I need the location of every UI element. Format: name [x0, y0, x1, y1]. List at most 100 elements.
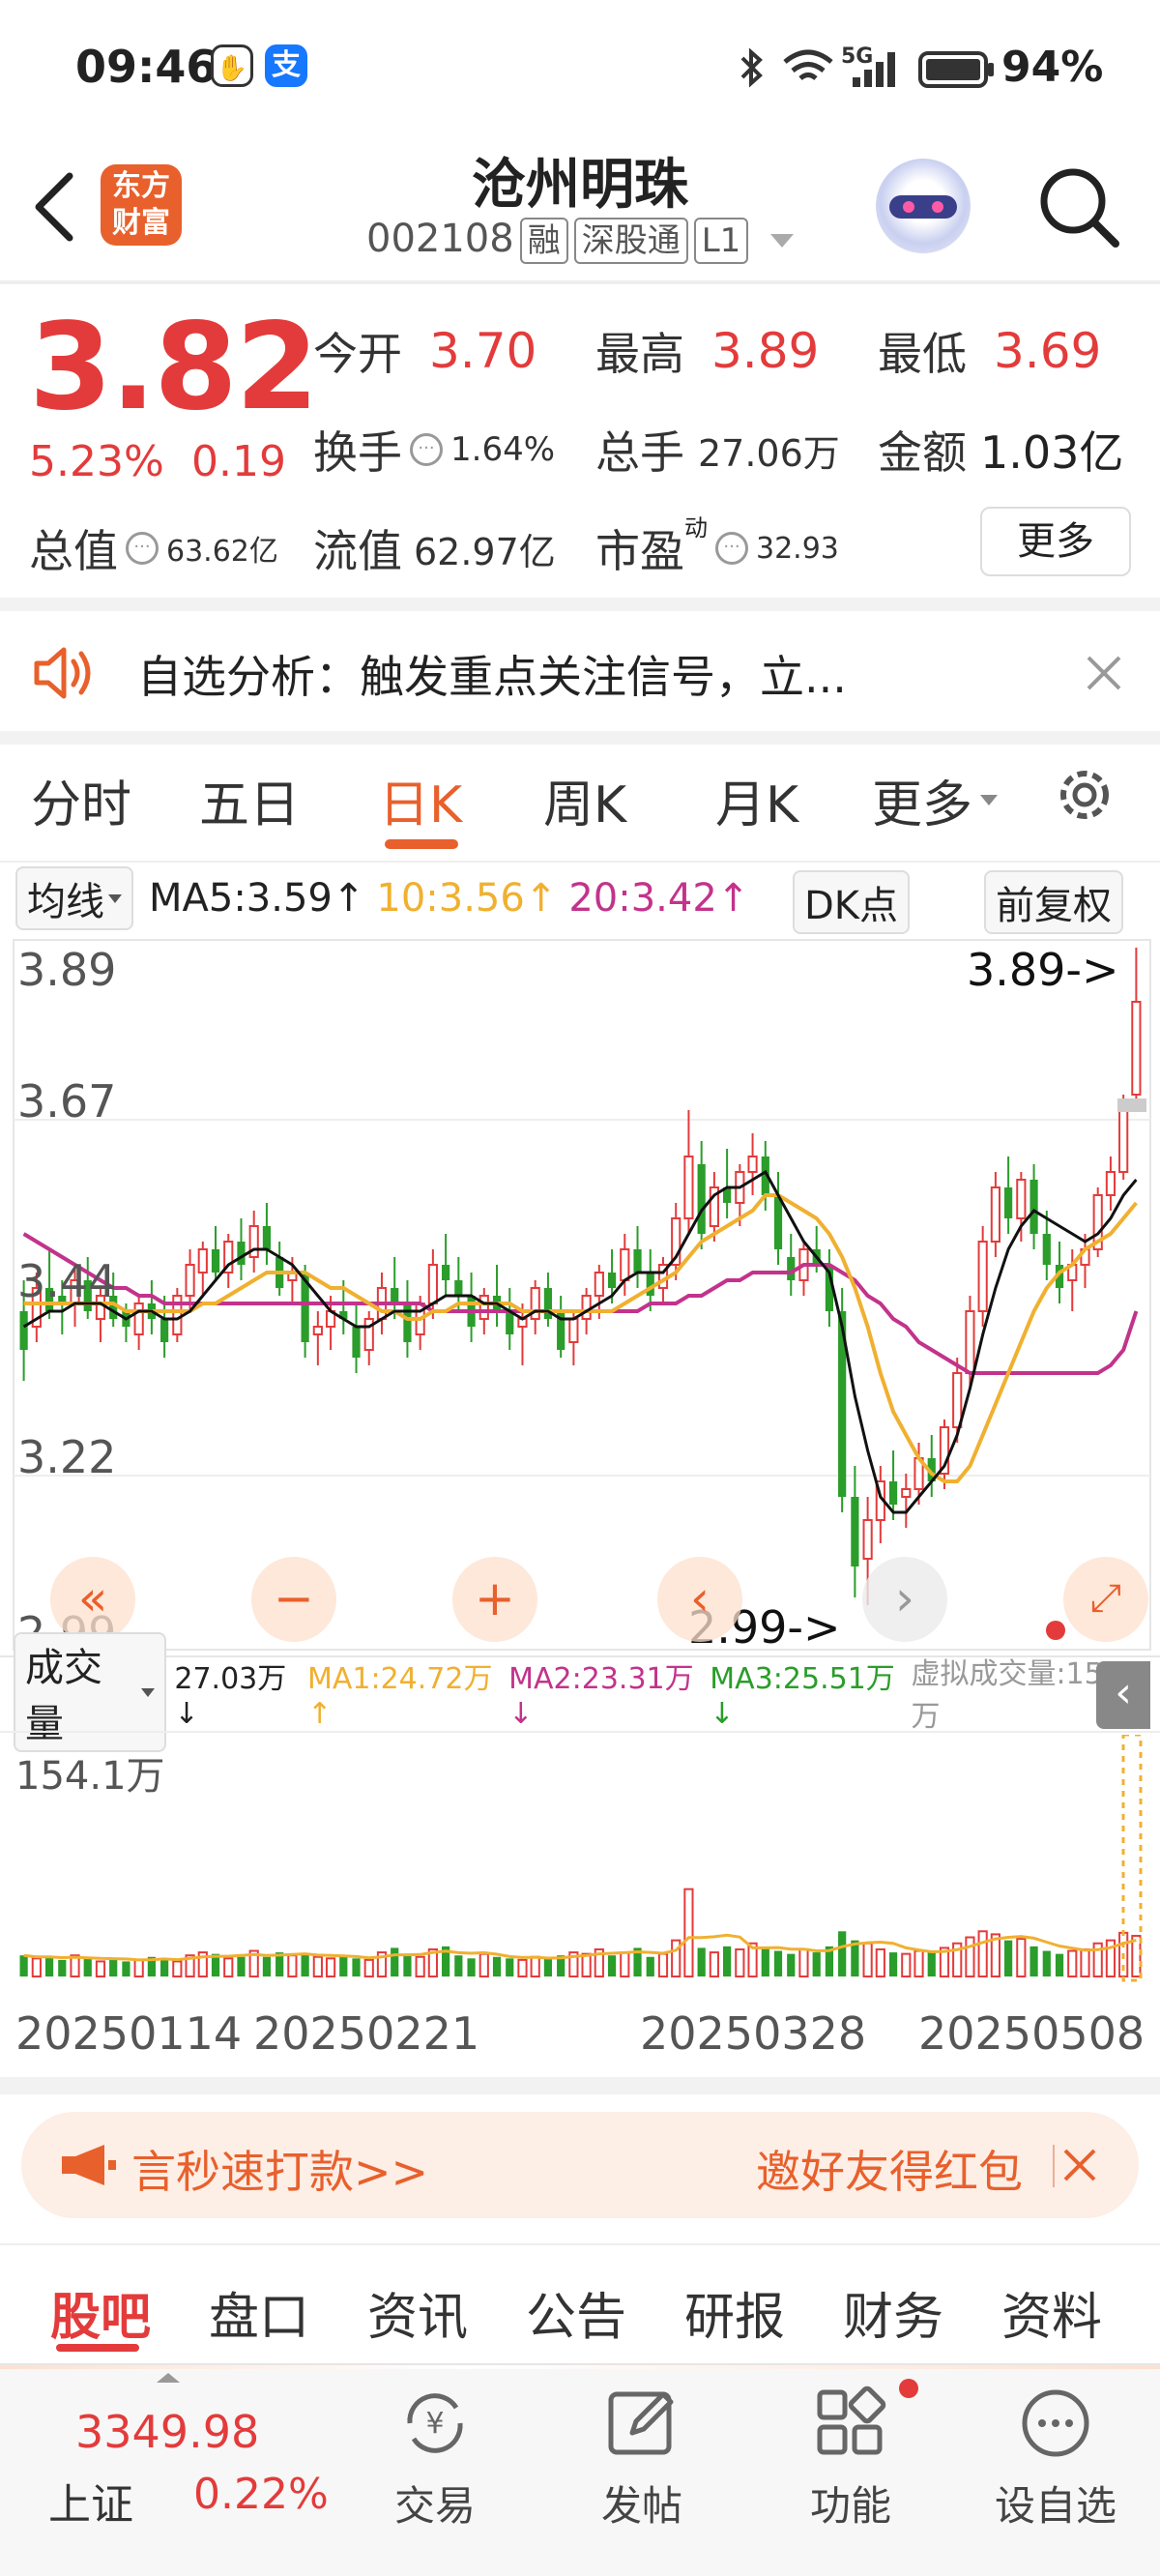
candle-body: [454, 1280, 463, 1296]
volume-bar: [506, 1958, 514, 1976]
scroll-left-button[interactable]: ‹: [657, 1557, 742, 1642]
tabs-divider: [0, 861, 1160, 863]
info-dots-icon[interactable]: ···: [126, 532, 159, 565]
megaphone-icon: [62, 2145, 116, 2185]
volume-bar: [697, 1947, 706, 1976]
ma-legend-row: 均线 MA5:3.59↑ 10:3.56↑ 20:3.42↑: [15, 866, 749, 930]
close-icon[interactable]: [1085, 654, 1123, 692]
volume-bar: [58, 1959, 67, 1976]
indicator-mode-select[interactable]: 均线: [15, 866, 133, 930]
dk-point-button[interactable]: DK点: [793, 870, 911, 934]
tab-news[interactable]: 资讯: [367, 2276, 468, 2349]
open-value: 3.70: [429, 323, 537, 379]
stock-code-row[interactable]: 002108 融深股通 L1: [0, 217, 1160, 264]
volume-bar: [339, 1955, 348, 1976]
tab-weekly-k[interactable]: 周K: [543, 764, 626, 836]
low-stat: 最低 3.69: [878, 319, 1101, 383]
chart-divider: [0, 1731, 1160, 1733]
nav-functions[interactable]: 功能: [773, 2379, 928, 2559]
svg-text:¥: ¥: [425, 2407, 444, 2441]
volume-chart[interactable]: [0, 1735, 1160, 1986]
tab-research[interactable]: 研报: [684, 2276, 785, 2349]
nav-trade[interactable]: ¥ 交易: [358, 2385, 512, 2559]
amount-stat: 金额 1.03亿: [878, 418, 1123, 482]
scroll-start-button[interactable]: «: [50, 1557, 135, 1642]
caret-up-icon: [157, 2373, 180, 2383]
candle-body: [607, 1273, 617, 1288]
stock-name: 沧州明珠: [472, 154, 688, 217]
volume-bar: [95, 1960, 106, 1978]
scroll-right-button[interactable]: ›: [862, 1557, 947, 1642]
candle-body: [262, 1226, 272, 1249]
candle-body: [633, 1249, 642, 1273]
volume-bar: [875, 1947, 885, 1978]
tab-five-day[interactable]: 五日: [199, 764, 300, 836]
info-dots-icon[interactable]: ···: [410, 433, 443, 466]
battery-level: 94%: [1001, 43, 1104, 92]
high-label: 最高: [595, 328, 684, 380]
tab-announcements[interactable]: 公告: [526, 2276, 626, 2349]
indicator-mode-label: 均线: [27, 880, 104, 924]
promo-text-right: 邀好友得红包: [756, 2146, 1023, 2198]
candle-body: [1042, 1234, 1051, 1265]
float-label: 流值: [313, 525, 402, 577]
notice-text: 自选分析：触发重点关注信号，立...: [137, 651, 847, 703]
pe-stat[interactable]: 市盈 动 ··· 32.93: [595, 514, 839, 580]
fullscreen-icon[interactable]: ⤢: [1063, 1557, 1148, 1642]
volume-bar: [798, 1947, 809, 1978]
tab-monthly-k[interactable]: 月K: [715, 764, 798, 836]
chat-dots-icon: [1022, 2389, 1089, 2457]
volume-bar: [812, 1952, 821, 1976]
index-ticker[interactable]: 3349.98 上证 0.22%: [0, 2365, 329, 2576]
high-stat: 最高 3.89: [595, 319, 819, 383]
candle-body: [683, 1156, 694, 1219]
index-name: 上证: [48, 2480, 133, 2530]
zoom-out-button[interactable]: −: [251, 1557, 336, 1642]
volume-bar: [620, 1951, 630, 1977]
more-stats-button[interactable]: 更多: [980, 507, 1131, 576]
tab-more[interactable]: 更多: [872, 764, 999, 836]
zoom-in-button[interactable]: +: [452, 1557, 537, 1642]
volume-bar: [773, 1950, 783, 1976]
x-axis-label: 20250221: [253, 2007, 480, 2060]
tab-intraday[interactable]: 分时: [31, 764, 131, 836]
collapse-panel-button[interactable]: ‹: [1096, 1661, 1150, 1729]
candle-body: [977, 1241, 988, 1312]
candlestick-chart[interactable]: [0, 938, 1160, 1654]
volume-ma2: MA2:23.31万↓: [508, 1661, 694, 1731]
tab-forum[interactable]: 股吧: [50, 2276, 151, 2349]
price-adjust-button[interactable]: 前复权: [984, 870, 1123, 934]
volume-bar: [862, 1942, 873, 1978]
volume-bar: [1067, 1949, 1078, 1977]
nav-post[interactable]: 发帖: [565, 2385, 719, 2559]
section-divider: [0, 598, 1160, 611]
candle-body: [19, 1311, 28, 1350]
close-icon[interactable]: [1052, 2143, 1100, 2189]
signal-icon: [853, 52, 895, 87]
candle-body: [427, 1264, 438, 1304]
tab-profile[interactable]: 资料: [1001, 2276, 1102, 2349]
y-axis-label: 3.22: [17, 1431, 117, 1483]
tab-daily-k[interactable]: 日K: [379, 764, 462, 836]
tab-order-book[interactable]: 盘口: [209, 2276, 309, 2349]
robot-assistant-avatar[interactable]: [876, 159, 971, 253]
volume-bar: [160, 1958, 169, 1976]
candle-body: [237, 1242, 246, 1265]
volume-bar: [83, 1958, 92, 1976]
amount-label: 金额: [878, 426, 967, 479]
notice-bar[interactable]: 自选分析：触发重点关注信号，立...: [0, 611, 1160, 733]
turnover-stat[interactable]: 换手 ··· 1.64%: [313, 418, 555, 482]
header-divider: [0, 280, 1160, 284]
volume-bar: [467, 1958, 476, 1976]
promo-banner[interactable]: 言秒速打款>> 邀好友得红包: [21, 2112, 1139, 2218]
info-dots-icon[interactable]: ···: [715, 532, 748, 565]
search-icon[interactable]: [1034, 162, 1123, 251]
tab-financials[interactable]: 财务: [843, 2276, 943, 2349]
nav-add-watchlist[interactable]: 设自选: [978, 2385, 1133, 2559]
volume-bar: [901, 1952, 912, 1978]
volume-bar: [1016, 1938, 1027, 1977]
settings-gear-icon[interactable]: [1050, 760, 1119, 830]
mcap-stat[interactable]: 总值 ··· 63.62亿: [29, 516, 278, 580]
x-axis-label: 20250508: [918, 2007, 1146, 2060]
volume-stat: 总手 27.06万: [595, 418, 840, 482]
